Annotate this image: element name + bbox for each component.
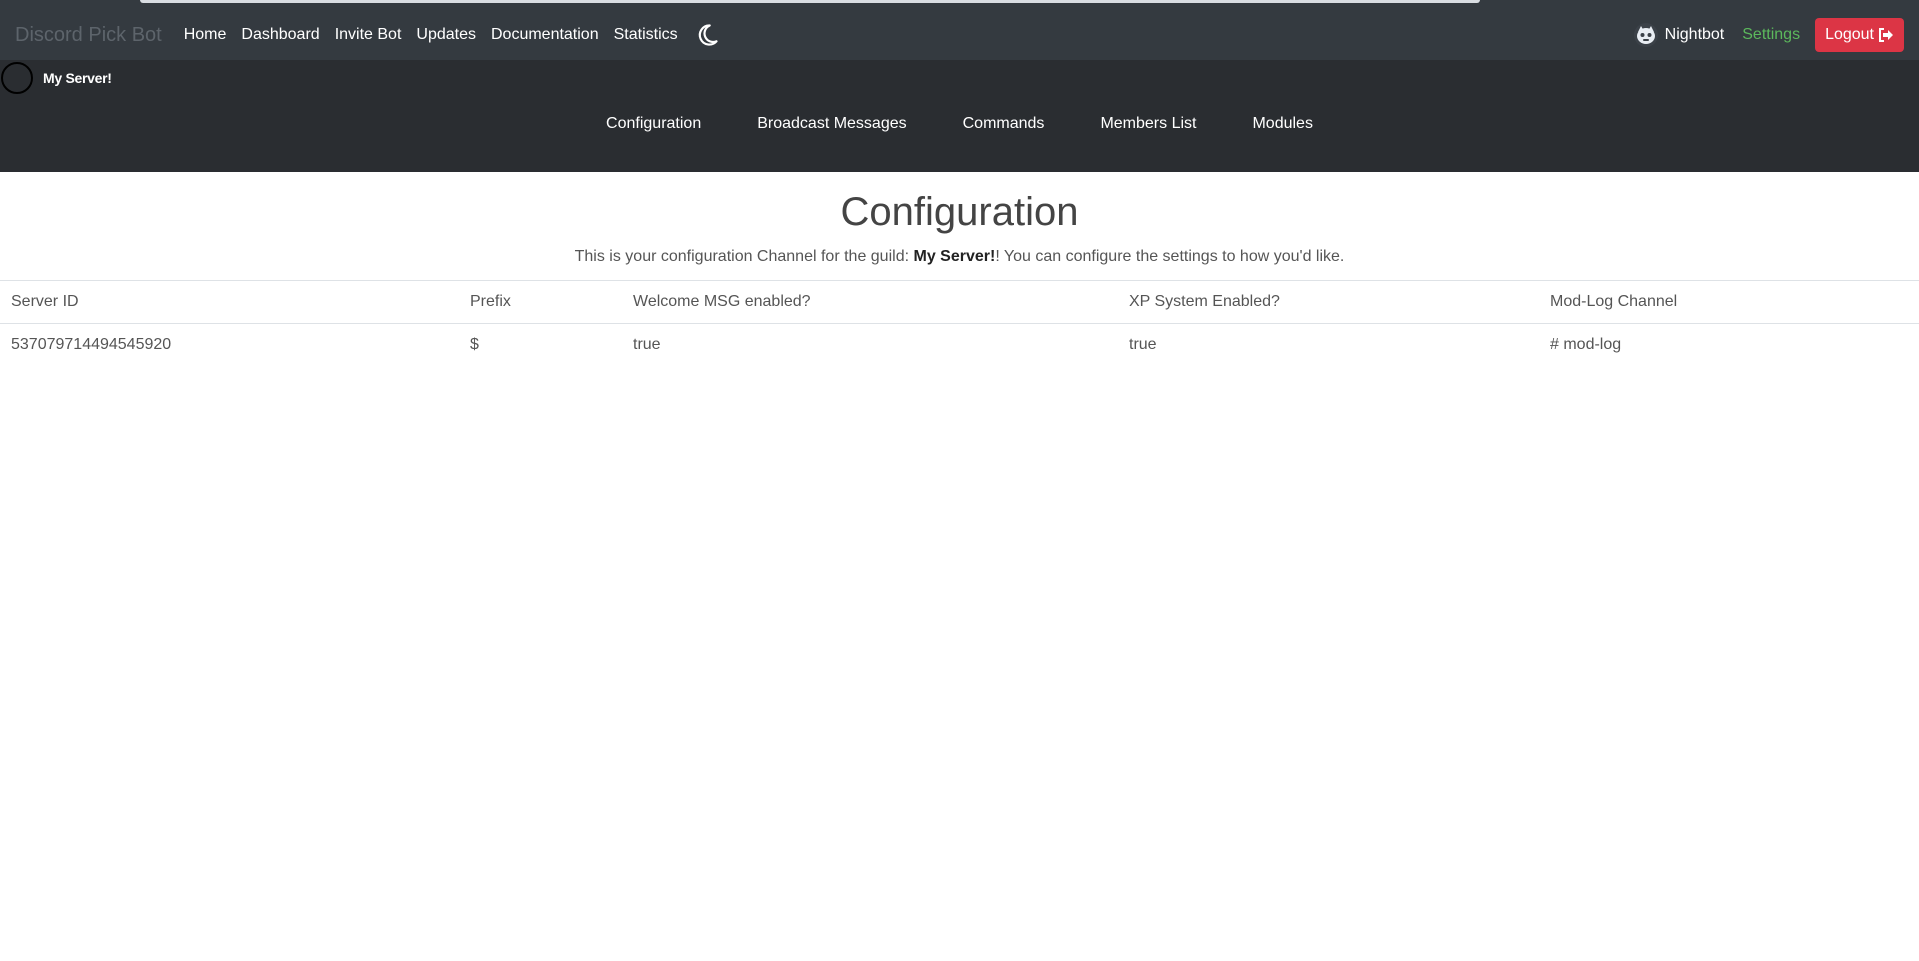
page-description-suffix: ! You can configure the settings to how … <box>995 248 1345 265</box>
tab-commands[interactable]: Commands <box>963 115 1045 133</box>
tab-members-list[interactable]: Members List <box>1100 115 1196 133</box>
header-xp-system: XP System Enabled? <box>1118 280 1539 324</box>
navbar-user-area: Nightbot Settings Logout <box>1633 18 1904 52</box>
bot-avatar-icon <box>1633 23 1658 47</box>
tab-modules[interactable]: Modules <box>1252 115 1312 133</box>
server-subheader: Configuration Broadcast Messages Command… <box>0 60 1919 172</box>
tab-broadcast-messages[interactable]: Broadcast Messages <box>757 115 906 133</box>
address-bar-edge <box>140 0 1480 3</box>
brand-logo-text[interactable]: Discord Pick Bot <box>15 24 162 47</box>
server-badge[interactable]: My Server! <box>0 62 112 94</box>
user-name[interactable]: Nightbot <box>1665 26 1725 44</box>
table-header-row: Server ID Prefix Welcome MSG enabled? XP… <box>0 280 1919 324</box>
server-tabs: Configuration Broadcast Messages Command… <box>0 60 1919 172</box>
browser-top-strip <box>0 0 1919 10</box>
nav-link-statistics[interactable]: Statistics <box>614 26 678 44</box>
nav-link-invite-bot[interactable]: Invite Bot <box>335 26 402 44</box>
guild-name: My Server! <box>913 248 996 265</box>
server-name: My Server! <box>43 70 112 86</box>
header-welcome-msg: Welcome MSG enabled? <box>622 280 1118 324</box>
nav-link-dashboard[interactable]: Dashboard <box>241 26 319 44</box>
nav-link-updates[interactable]: Updates <box>416 26 476 44</box>
page-description: This is your configuration Channel for t… <box>0 248 1919 266</box>
settings-link[interactable]: Settings <box>1742 26 1800 44</box>
logout-label: Logout <box>1825 26 1874 43</box>
cell-xp-system: true <box>1129 336 1157 354</box>
moon-icon[interactable] <box>694 22 720 48</box>
logout-button[interactable]: Logout <box>1815 18 1904 52</box>
header-mod-log-channel: Mod-Log Channel <box>1539 280 1919 324</box>
cell-mod-log-channel: # mod-log <box>1550 336 1622 354</box>
main-content: Configuration This is your configuration… <box>0 172 1919 367</box>
top-navbar: Discord Pick Bot Home Dashboard Invite B… <box>0 10 1919 60</box>
nav-link-documentation[interactable]: Documentation <box>491 26 599 44</box>
cell-prefix: $ <box>470 336 479 354</box>
cell-welcome-msg: true <box>633 336 661 354</box>
sign-out-icon <box>1879 28 1893 42</box>
server-icon <box>1 62 33 94</box>
header-server-id: Server ID <box>0 280 459 324</box>
table-row: 537079714494545920 $ true true # mod-log <box>0 324 1919 367</box>
configuration-table: Server ID Prefix Welcome MSG enabled? XP… <box>0 280 1919 367</box>
cell-server-id: 537079714494545920 <box>11 336 172 354</box>
header-prefix: Prefix <box>459 280 622 324</box>
nav-link-home[interactable]: Home <box>184 26 227 44</box>
page-title: Configuration <box>840 190 1079 234</box>
page-description-prefix: This is your configuration Channel for t… <box>574 248 914 265</box>
tab-configuration[interactable]: Configuration <box>606 115 701 133</box>
